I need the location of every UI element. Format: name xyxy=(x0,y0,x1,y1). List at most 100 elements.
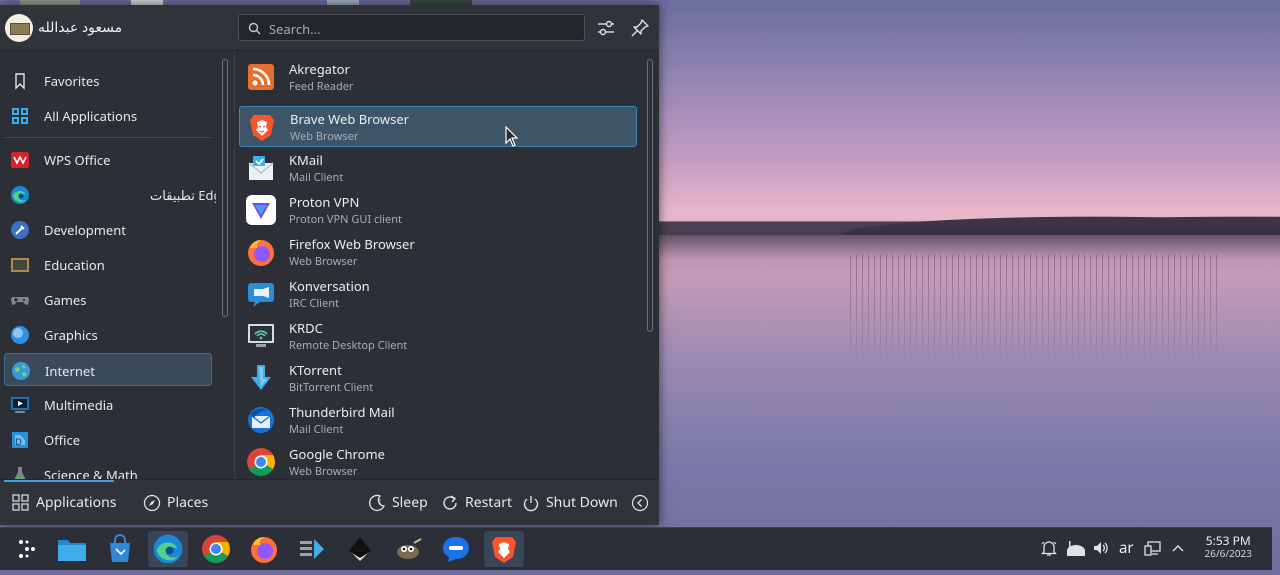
keyboard-layout[interactable]: ar xyxy=(1119,538,1134,558)
kmail-icon xyxy=(248,156,274,180)
taskbar-firefox[interactable] xyxy=(244,531,284,567)
category-edge-apps[interactable]: تطبيقات Edge xyxy=(4,178,216,211)
proton-vpn-icon xyxy=(246,195,276,225)
category-games[interactable]: Games xyxy=(4,283,212,316)
app-description: Mail Client xyxy=(289,170,344,185)
store-bag-icon xyxy=(110,534,130,562)
chrome-icon xyxy=(247,448,275,476)
taskbar-inkscape[interactable] xyxy=(340,531,380,567)
app-name: Proton VPN xyxy=(289,193,360,211)
taskbar-discover[interactable] xyxy=(100,531,140,567)
brave-lion-icon xyxy=(250,115,274,141)
app-description: Remote Desktop Client xyxy=(289,338,408,353)
app-firefox[interactable]: Firefox Web Browser Web Browser xyxy=(239,232,637,273)
krdc-icon xyxy=(248,324,274,347)
grid-icon xyxy=(12,494,29,511)
launcher-header: مسعود عبدالله xyxy=(0,5,659,51)
application-list: Akregator Feed Reader Brave Web Browser … xyxy=(234,51,642,479)
volume-icon[interactable] xyxy=(1092,539,1110,557)
app-name: KMail xyxy=(289,151,323,169)
taskbar-dolphin[interactable] xyxy=(52,531,92,567)
app-brave[interactable]: Brave Web Browser Web Browser xyxy=(239,106,637,147)
launcher-button[interactable] xyxy=(7,531,47,567)
category-favorites[interactable]: Favorites xyxy=(4,64,212,97)
wallpaper-reeds xyxy=(850,255,1220,365)
pin-button[interactable] xyxy=(628,16,652,40)
network-wired-icon[interactable] xyxy=(1144,539,1162,557)
sleep-button[interactable]: z Sleep xyxy=(368,493,428,513)
shutdown-button[interactable]: Shut Down xyxy=(522,493,618,513)
category-scrollbar[interactable] xyxy=(222,59,228,317)
category-office[interactable]: D Office xyxy=(4,423,212,456)
brave-lion-icon xyxy=(492,537,516,563)
app-name: Firefox Web Browser xyxy=(289,235,415,253)
chevron-left-circle-icon xyxy=(631,494,649,512)
tab-applications[interactable]: Applications xyxy=(12,493,122,513)
development-icon xyxy=(11,221,29,239)
notifications-icon[interactable] xyxy=(1040,539,1058,557)
prayer-times-mosque-icon[interactable] xyxy=(1065,539,1087,557)
app-krdc[interactable]: KRDC Remote Desktop Client xyxy=(239,316,637,357)
power-icon xyxy=(523,496,539,512)
multimedia-icon xyxy=(11,397,29,413)
app-thunderbird[interactable]: Thunderbird Mail Mail Client xyxy=(239,400,637,441)
category-science-math[interactable]: Science & Math xyxy=(4,458,212,479)
tab-places[interactable]: Places xyxy=(143,493,213,513)
category-label: Education xyxy=(44,256,105,274)
wallpaper-treeline xyxy=(655,203,1280,235)
category-all-applications[interactable]: All Applications xyxy=(4,99,212,132)
app-name: Akregator xyxy=(289,60,350,78)
app-description: Web Browser xyxy=(290,129,359,144)
folder-icon xyxy=(58,540,86,561)
app-proton-vpn[interactable]: Proton VPN Proton VPN GUI client xyxy=(239,190,637,231)
restart-label: Restart xyxy=(465,493,513,512)
app-konversation[interactable]: Konversation IRC Client xyxy=(239,274,637,315)
app-name: Brave Web Browser xyxy=(290,110,410,128)
category-label: All Applications xyxy=(44,107,138,125)
category-development[interactable]: Development xyxy=(4,213,212,246)
taskbar-messages[interactable] xyxy=(436,531,476,567)
category-internet[interactable]: Internet xyxy=(4,353,212,386)
configure-button[interactable] xyxy=(594,16,618,40)
tab-label: Applications xyxy=(36,493,117,512)
category-label: WPS Office xyxy=(44,151,111,169)
taskbar-kdenlive[interactable] xyxy=(292,531,332,567)
app-kmail[interactable]: KMail Mail Client xyxy=(239,148,637,189)
chevron-up-icon[interactable] xyxy=(1170,539,1186,557)
restart-button[interactable]: Restart xyxy=(441,493,513,513)
app-google-chrome[interactable]: Google Chrome Web Browser xyxy=(239,442,637,479)
app-name: Thunderbird Mail xyxy=(289,403,395,421)
user-name: مسعود عبدالله xyxy=(38,18,123,37)
thunderbird-icon xyxy=(248,407,274,433)
category-label: Science & Math xyxy=(44,466,138,479)
gamepad-icon xyxy=(11,297,29,305)
digital-clock[interactable]: 5:53 PM 26/6/2023 xyxy=(1205,535,1252,560)
taskbar-brave[interactable] xyxy=(484,531,524,567)
active-tab-indicator xyxy=(4,480,114,482)
search-field[interactable] xyxy=(238,14,585,41)
inkscape-icon xyxy=(349,537,371,561)
application-scrollbar[interactable] xyxy=(647,59,653,332)
taskbar: ar 5:53 PM 26/6/2023 xyxy=(0,527,1272,570)
category-wps-office[interactable]: WPS Office xyxy=(4,143,212,176)
taskbar-chrome[interactable] xyxy=(196,531,236,567)
app-description: Proton VPN GUI client xyxy=(289,212,402,227)
app-akregator[interactable]: Akregator Feed Reader xyxy=(239,57,637,98)
office-icon: D xyxy=(12,432,28,448)
taskbar-gimp[interactable] xyxy=(388,531,428,567)
more-actions-button[interactable] xyxy=(631,493,649,513)
category-graphics[interactable]: Graphics xyxy=(4,318,212,351)
ktorrent-icon xyxy=(251,365,271,390)
chat-bubble-icon xyxy=(443,537,469,562)
app-ktorrent[interactable]: KTorrent BitTorrent Client xyxy=(239,358,637,399)
taskbar-edge[interactable] xyxy=(148,531,188,567)
category-label: Favorites xyxy=(44,72,100,90)
user-avatar[interactable] xyxy=(5,14,33,42)
category-education[interactable]: Education xyxy=(4,248,212,281)
search-input[interactable] xyxy=(267,18,571,39)
category-multimedia[interactable]: Multimedia xyxy=(4,388,212,421)
bookmark-icon xyxy=(15,73,25,90)
application-launcher: مسعود عبدالله Favorites All Applications… xyxy=(0,5,659,525)
app-description: BitTorrent Client xyxy=(289,380,374,395)
category-label: تطبيقات Edge xyxy=(150,186,216,204)
